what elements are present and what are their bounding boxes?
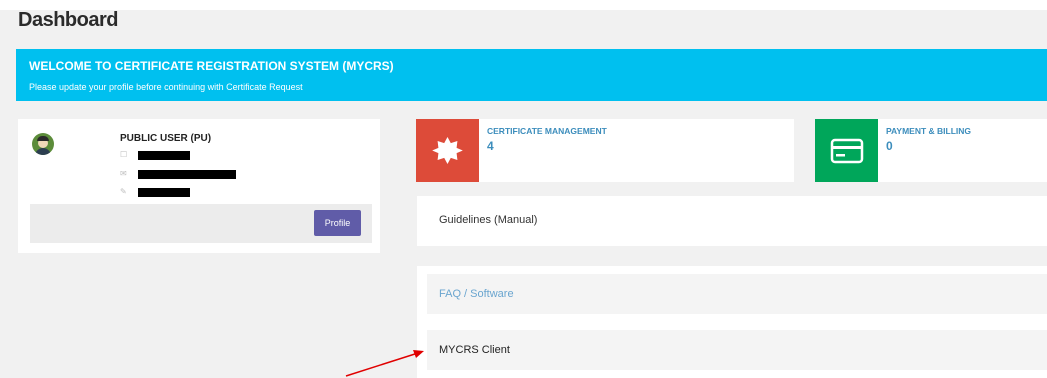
annotation-arrow: [345, 350, 424, 377]
